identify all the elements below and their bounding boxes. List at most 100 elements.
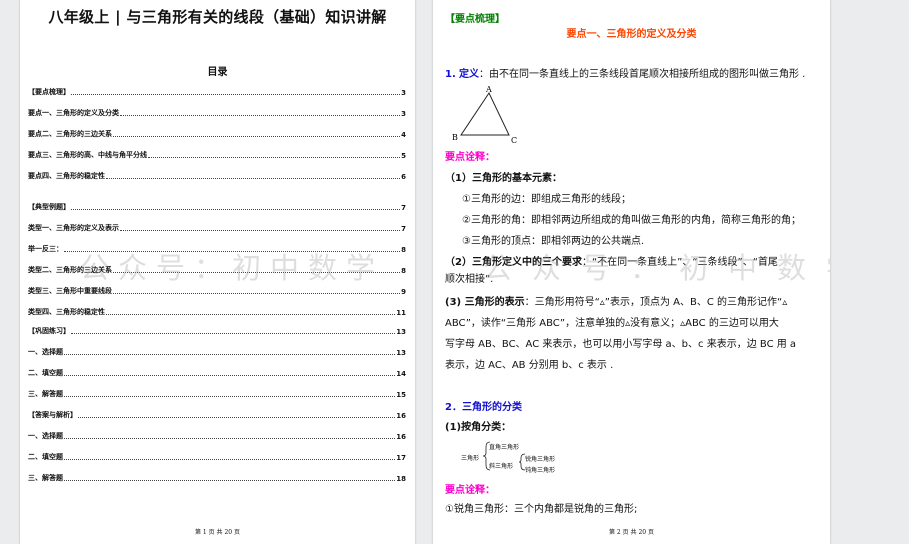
toc-entry-page: 7 xyxy=(401,204,406,212)
element-angles: ②三角形的角：即相邻两边所组成的角叫做三角形的内角，简称三角形的角； xyxy=(462,215,801,226)
toc-entry-title: 举一反三： xyxy=(28,245,63,253)
requirements-line: （2）三角形定义中的三个要求：“不在同一条直线上”、“三条线段”、“首尾 xyxy=(445,254,822,271)
toc-entry[interactable]: 类型三、三角形中重要线段 9 xyxy=(28,284,406,296)
document-page-1: 八年级上 | 与三角形有关的线段（基础）知识讲解 目录 【要点梳理】 3 要点一、三… xyxy=(20,0,415,544)
element-vertices: ③三角形的顶点：即相邻两边的公共端点. xyxy=(462,236,645,247)
toc-leader-dots xyxy=(113,135,401,137)
toc-entry-title: 【要点梳理】 xyxy=(28,88,70,96)
toc-entry-page: 16 xyxy=(396,412,406,420)
toc-leader-dots xyxy=(148,156,401,158)
toc-title: 目录 xyxy=(207,67,228,78)
toc-entry-page: 3 xyxy=(401,89,406,97)
class-right: 直角三角形 xyxy=(489,444,520,451)
toc-entry-page: 13 xyxy=(396,349,406,357)
toc-entry-page: 4 xyxy=(401,131,406,139)
section-title: 要点一、三角形的定义及分类 xyxy=(566,29,697,40)
toc-entry-title: 【典型例题】 xyxy=(28,203,70,211)
toc-entry-page: 8 xyxy=(401,267,406,275)
toc-leader-dots xyxy=(64,395,396,397)
definition-text: ：由不在同一条直线上的三条线段首尾顺次相接所组成的图形叫做三角形 . xyxy=(478,69,806,80)
toc-entry-title: 要点四、三角形的稳定性 xyxy=(28,172,105,180)
representation-line-2: ABC”，读作“三角形 ABC”，注意单独的▵没有意义；▵ABC 的三边可以用大 xyxy=(445,318,779,329)
toc-entry[interactable]: 一、选择题 16 xyxy=(28,429,406,441)
toc-entry-title: 类型四、三角形的稳定性 xyxy=(28,308,105,316)
acute-definition: ①锐角三角形：三个内角都是锐角的三角形; xyxy=(445,504,638,515)
toc-entry[interactable]: 类型四、三角形的稳定性 11 xyxy=(28,305,406,317)
toc-leader-dots xyxy=(71,93,401,95)
toc-entry-page: 6 xyxy=(401,173,406,181)
toc-entry-page: 16 xyxy=(396,433,406,441)
note-label-2: 要点诠释： xyxy=(445,485,495,496)
toc-entry-title: 一、选择题 xyxy=(28,348,63,356)
toc-entry[interactable]: 【要点梳理】 3 xyxy=(28,85,406,97)
vertex-b-label: B xyxy=(452,133,458,142)
toc-entry[interactable]: 【答案与解析】 16 xyxy=(28,408,406,420)
toc-entry-page: 15 xyxy=(396,391,406,399)
toc-entry-title: 【答案与解析】 xyxy=(28,411,77,419)
representation-line: (3) 三角形的表示：三角形用符号“▵”表示，顶点为 A、B、C 的三角形记作“… xyxy=(445,294,822,311)
representation-text: ：三角形用符号“▵”表示，顶点为 A、B、C 的三角形记作“▵ xyxy=(524,297,788,308)
toc-entry[interactable]: 要点二、三角形的三边关系 4 xyxy=(28,127,406,139)
toc-leader-dots xyxy=(64,458,396,460)
toc-leader-dots xyxy=(113,292,401,294)
toc-entry-page: 7 xyxy=(401,225,406,233)
definition-line: 1. 定义：由不在同一条直线上的三条线段首尾顺次相接所组成的图形叫做三角形 . xyxy=(445,66,822,83)
toc-entry[interactable]: 【巩固练习】 13 xyxy=(28,324,406,336)
toc-entry[interactable]: 类型二、三角形的三边关系 8 xyxy=(28,263,406,275)
toc-entry[interactable]: 一、选择题 13 xyxy=(28,345,406,357)
document-title: 八年级上 | 与三角形有关的线段（基础）知识讲解 xyxy=(48,8,387,26)
toc-entry[interactable]: 三、解答题 15 xyxy=(28,387,406,399)
toc-entry-page: 11 xyxy=(396,309,406,317)
toc-entry[interactable]: 要点四、三角形的稳定性 6 xyxy=(28,169,406,181)
section-heading: 【要点梳理】 xyxy=(445,14,505,25)
representation-line-3: 写字母 AB、BC、AC 来表示，也可以用小写字母 a、b、c 来表示，边 BC… xyxy=(445,339,797,350)
toc-entry-page: 9 xyxy=(401,288,406,296)
classification-title: 2．三角形的分类 xyxy=(445,402,522,413)
toc-leader-dots xyxy=(71,208,401,210)
toc-entry-title: 三、解答题 xyxy=(28,390,63,398)
by-angle-title: (1)按角分类： xyxy=(445,422,512,433)
toc-entry-title: 三、解答题 xyxy=(28,474,63,482)
toc-entry-title: 要点三、三角形的高、中线与角平分线 xyxy=(28,151,147,159)
class-root: 三角形 xyxy=(461,455,480,462)
toc-entry[interactable]: 三、解答题 18 xyxy=(28,471,406,483)
toc-leader-dots xyxy=(64,374,396,376)
vertex-c-label: C xyxy=(511,136,517,145)
toc-leader-dots xyxy=(71,332,396,334)
toc-entry-title: 类型三、三角形中重要线段 xyxy=(28,287,112,295)
toc-entry[interactable]: 【典型例题】 7 xyxy=(28,200,406,212)
toc-entry-page: 17 xyxy=(396,454,406,462)
toc-entry-title: 类型二、三角形的三边关系 xyxy=(28,266,112,274)
toc-entry-page: 8 xyxy=(401,246,406,254)
vertex-a-label: A xyxy=(485,85,492,94)
requirements-text: ：“不在同一条直线上”、“三条线段”、“首尾 xyxy=(581,257,778,268)
representation-label: (3) 三角形的表示 xyxy=(445,297,525,308)
class-acute: 锐角三角形 xyxy=(525,456,556,463)
note-label: 要点诠释： xyxy=(445,152,495,163)
toc-entry[interactable]: 二、填空题 14 xyxy=(28,366,406,378)
toc-entry-page: 5 xyxy=(401,152,406,160)
toc-leader-dots xyxy=(120,229,401,231)
toc-entry[interactable]: 二、填空题 17 xyxy=(28,450,406,462)
toc-entry[interactable]: 要点三、三角形的高、中线与角平分线 5 xyxy=(28,148,406,160)
toc-entry[interactable]: 要点一、三角形的定义及分类 3 xyxy=(28,106,406,118)
definition-number: 1. xyxy=(445,69,456,80)
requirements-label: （2）三角形定义中的三个要求 xyxy=(445,257,582,268)
toc-entry-title: 一、选择题 xyxy=(28,432,63,440)
toc-leader-dots xyxy=(106,177,401,179)
toc-leader-dots xyxy=(106,313,396,315)
toc-entry[interactable]: 举一反三： 8 xyxy=(28,242,406,254)
toc-entry-title: 二、填空题 xyxy=(28,453,63,461)
document-page-2: 【要点梳理】 要点一、三角形的定义及分类 1. 定义：由不在同一条直线上的三条线… xyxy=(433,0,830,544)
toc-leader-dots xyxy=(120,114,401,116)
page-footer: 第 2 页 共 20 页 xyxy=(609,529,654,536)
toc-leader-dots xyxy=(64,353,396,355)
toc-entry-title: 二、填空题 xyxy=(28,369,63,377)
toc-entry[interactable]: 类型一、三角形的定义及表示 7 xyxy=(28,221,406,233)
elements-title: （1）三角形的基本元素： xyxy=(445,173,562,184)
representation-line-4: 表示，边 AC、AB 分别用 b、c 表示 . xyxy=(445,360,614,371)
toc-leader-dots xyxy=(78,416,396,418)
class-oblique: 斜三角形 xyxy=(489,463,514,470)
toc-leader-dots xyxy=(64,437,396,439)
toc-entry-title: 要点一、三角形的定义及分类 xyxy=(28,109,119,117)
